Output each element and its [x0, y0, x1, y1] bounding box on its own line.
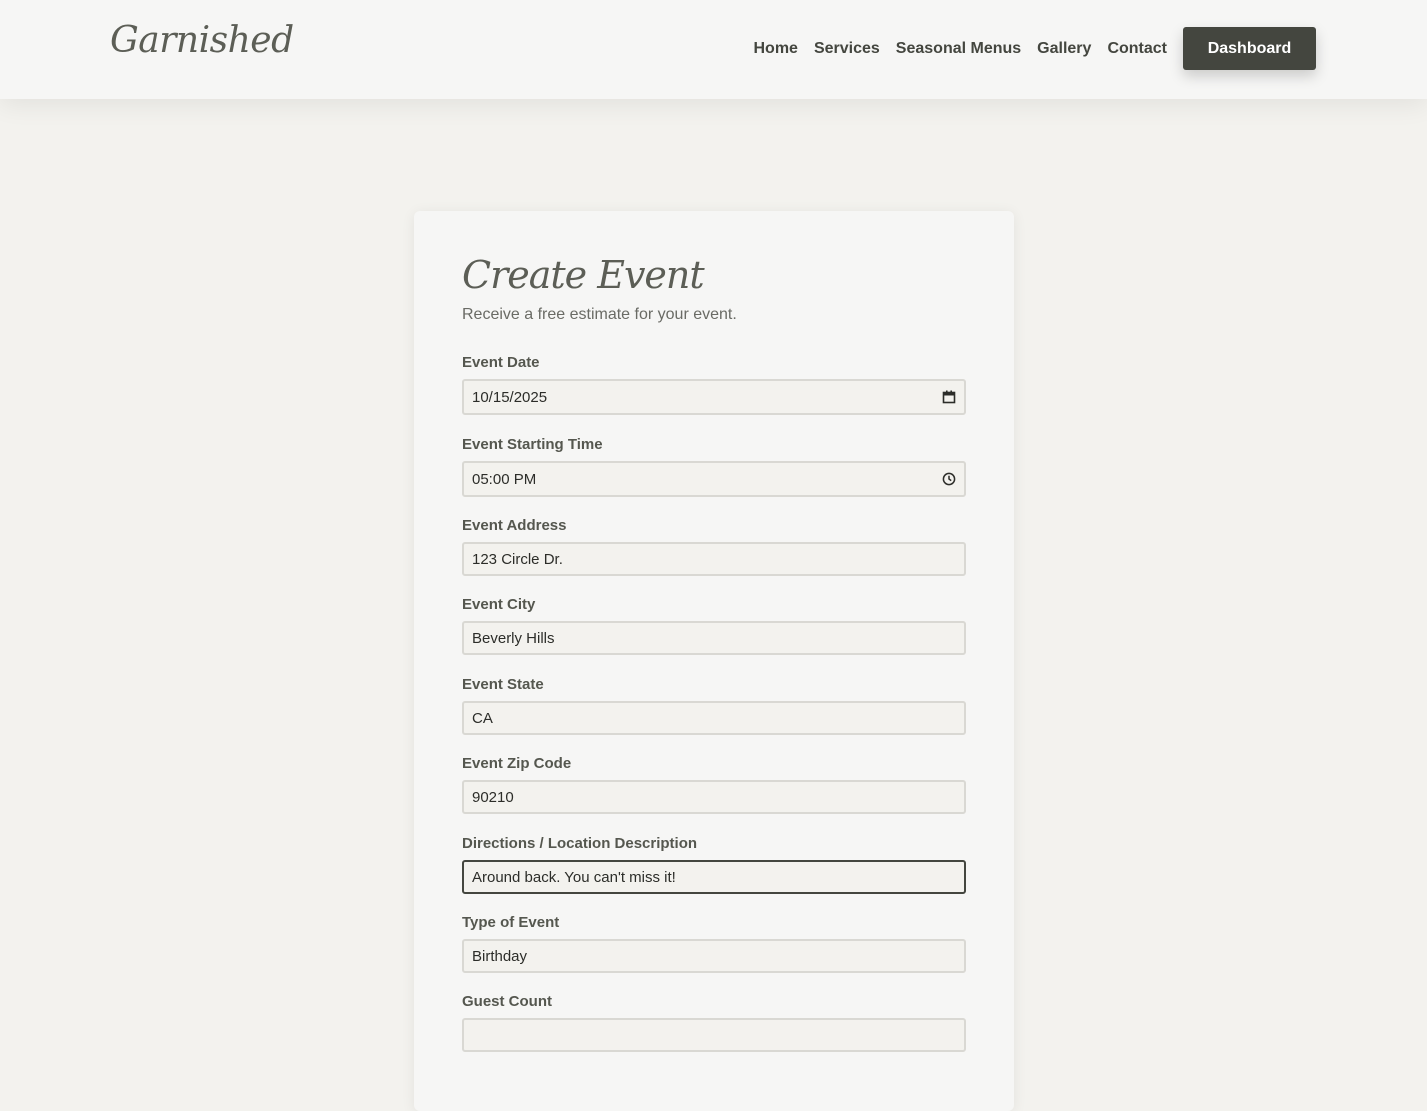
- site-header: Garnished Home Services Seasonal Menus G…: [0, 0, 1427, 99]
- event-city-input[interactable]: Beverly Hills: [462, 621, 966, 655]
- event-type-field: Type of Event Birthday: [462, 914, 966, 973]
- event-state-input[interactable]: CA: [462, 701, 966, 735]
- event-city-label: Event City: [462, 596, 536, 613]
- event-type-input[interactable]: Birthday: [462, 939, 966, 973]
- calendar-icon[interactable]: [942, 390, 956, 404]
- event-date-label: Event Date: [462, 354, 540, 371]
- event-type-label: Type of Event: [462, 914, 560, 931]
- event-time-field: Event Starting Time 05:00 PM: [462, 436, 966, 497]
- event-address-label: Event Address: [462, 517, 567, 534]
- event-zip-input[interactable]: 90210: [462, 780, 966, 814]
- event-time-label: Event Starting Time: [462, 436, 603, 453]
- event-state-label: Event State: [462, 676, 544, 693]
- event-zip-field: Event Zip Code 90210: [462, 755, 966, 814]
- clock-icon[interactable]: [942, 472, 956, 486]
- guest-count-input[interactable]: [462, 1018, 966, 1052]
- main-nav: Home Services Seasonal Menus Gallery Con…: [738, 27, 1316, 70]
- directions-field: Directions / Location Description Around…: [462, 835, 966, 894]
- nav-seasonal-menus[interactable]: Seasonal Menus: [896, 40, 1021, 58]
- directions-label: Directions / Location Description: [462, 835, 698, 852]
- event-time-input[interactable]: 05:00 PM: [462, 461, 966, 497]
- event-date-value: 10/15/2025: [472, 388, 548, 406]
- dashboard-button[interactable]: Dashboard: [1183, 27, 1316, 70]
- event-time-value: 05:00 PM: [472, 470, 537, 488]
- directions-value: Around back. You can't miss it!: [472, 868, 676, 886]
- nav-contact[interactable]: Contact: [1107, 40, 1167, 58]
- form-subtitle: Receive a free estimate for your event.: [462, 306, 737, 323]
- event-zip-value: 90210: [472, 788, 514, 806]
- event-date-field: Event Date 10/15/2025: [462, 354, 966, 415]
- event-date-input[interactable]: 10/15/2025: [462, 379, 966, 415]
- event-address-value: 123 Circle Dr.: [472, 550, 563, 568]
- nav-home[interactable]: Home: [754, 40, 798, 58]
- event-zip-label: Event Zip Code: [462, 755, 572, 772]
- create-event-card: Create Event Receive a free estimate for…: [414, 211, 1014, 1111]
- form-title: Create Event: [462, 253, 705, 297]
- event-state-field: Event State CA: [462, 676, 966, 735]
- nav-gallery[interactable]: Gallery: [1037, 40, 1091, 58]
- event-type-value: Birthday: [472, 947, 528, 965]
- directions-input[interactable]: Around back. You can't miss it!: [462, 860, 966, 894]
- site-logo[interactable]: Garnished: [110, 20, 294, 61]
- event-city-field: Event City Beverly Hills: [462, 596, 966, 655]
- nav-services[interactable]: Services: [814, 40, 880, 58]
- guest-count-label: Guest Count: [462, 993, 552, 1010]
- event-city-value: Beverly Hills: [472, 629, 555, 647]
- guest-count-field: Guest Count: [462, 993, 966, 1052]
- event-address-field: Event Address 123 Circle Dr.: [462, 517, 966, 576]
- event-state-value: CA: [472, 709, 493, 727]
- event-address-input[interactable]: 123 Circle Dr.: [462, 542, 966, 576]
